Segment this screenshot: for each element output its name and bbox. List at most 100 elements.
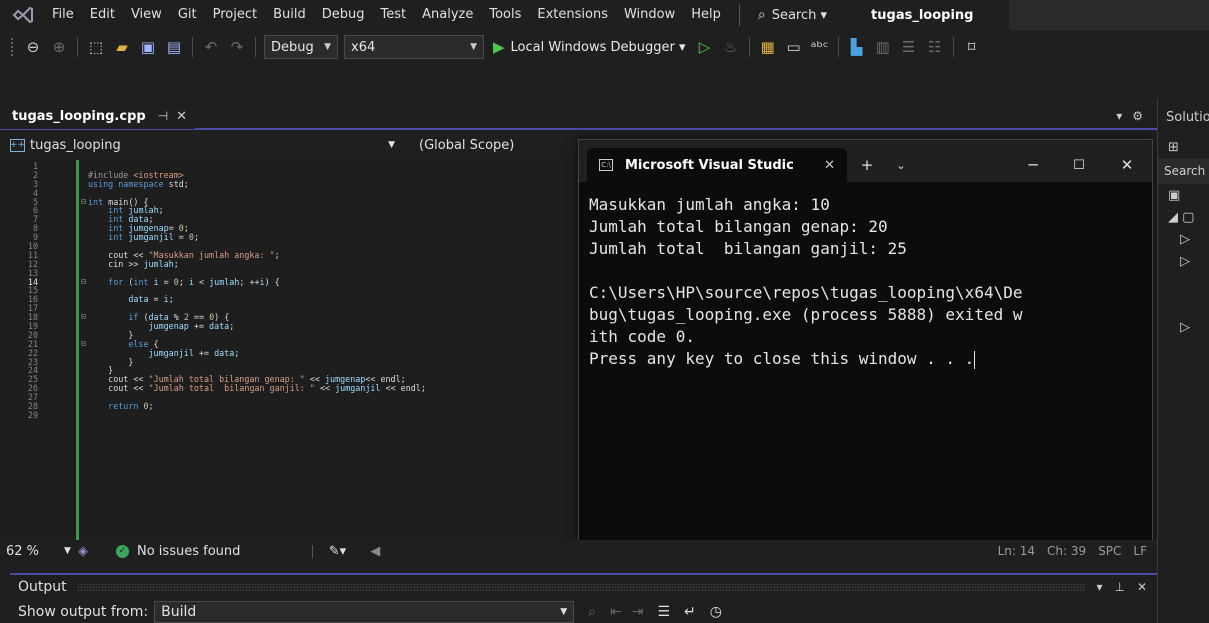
panel-drag-grip[interactable] [76,583,1087,591]
code-cleanup-icon[interactable]: ✎▾ [329,544,346,559]
code-line[interactable]: 12 cin >> jumlah; [0,259,600,269]
new-project-icon[interactable]: ⬚ [85,36,107,58]
collapse-icon[interactable]: ⊟ [81,277,86,287]
column-number[interactable]: Ch: 39 [1047,544,1086,558]
collapse-icon[interactable]: ⊟ [81,312,86,322]
console-tab[interactable]: C:\ Microsoft Visual Studic ✕ [587,148,847,182]
tab-overflow-chevron-down-icon[interactable]: ▾ [1116,109,1122,123]
solution-explorer-title[interactable]: Solutio [1158,98,1209,136]
gear-icon[interactable]: ⚙ [1132,109,1143,123]
solution-search-input[interactable]: Search [1158,158,1209,184]
tree-expander-icon[interactable]: ▷ [1158,250,1209,272]
comment-icon[interactable]: ▙ [846,36,868,58]
close-tab-icon[interactable]: ✕ [824,158,835,173]
output-source-value: Build [161,604,197,620]
open-file-icon[interactable]: ▰ [111,36,133,58]
code-line[interactable]: 14 ⊟ for (int i = 0; i < jumlah; ++i) { [0,277,600,287]
solution-toolbar-icon[interactable]: ⊞ [1158,136,1209,158]
console-output[interactable]: Masukkan jumlah angka: 10 Jumlah total bi… [579,182,1152,382]
tab-dropdown-chevron-down-icon[interactable]: ⌄ [887,148,915,182]
menu-extensions[interactable]: Extensions [529,0,616,30]
spell-check-icon[interactable]: ᵃᵇᶜ [809,36,831,58]
clock-icon[interactable]: ◷ [710,604,722,620]
issues-indicator[interactable]: ✓ No issues found [116,544,240,559]
pin-icon[interactable]: ⊥ [1114,580,1124,594]
browse-icon[interactable]: ▦ [757,36,779,58]
line-ending[interactable]: LF [1133,544,1147,558]
menu-project[interactable]: Project [205,0,265,30]
line-number[interactable]: Ln: 14 [998,544,1035,558]
menu-test[interactable]: Test [373,0,415,30]
outdent-icon[interactable]: ☷ [924,36,946,58]
previous-message-icon[interactable]: ⇤ [610,604,622,620]
output-source-select[interactable]: Build ▼ [154,601,575,623]
local-windows-debugger-button[interactable]: ▶ Local Windows Debugger ▾ [493,38,686,56]
code-line[interactable]: 26 cout << "Jumlah total bilangan ganjil… [0,384,600,393]
scroll-left-icon[interactable]: ◀ [370,544,380,559]
text-cursor [974,350,976,369]
scope-dropdown[interactable]: (Global Scope) [419,138,514,153]
solution-node-icon[interactable]: ▣ [1158,184,1209,206]
project-dropdown[interactable]: ++ tugas_looping ▼ [10,134,405,156]
window-layout-icon[interactable]: ▭ [783,36,805,58]
maximize-icon[interactable]: ☐ [1056,148,1102,182]
tab-tools: ▾ ⚙ [1116,109,1157,123]
project-label: tugas_looping [30,137,121,153]
save-all-icon[interactable]: ▤ [163,36,185,58]
whitespace-mode[interactable]: SPC [1098,544,1121,558]
redo-icon[interactable]: ↷ [226,36,248,58]
menu-window[interactable]: Window [616,0,683,30]
code-line[interactable]: 29 [0,411,600,420]
clear-all-icon[interactable]: ☰ [657,604,670,620]
menu-view[interactable]: View [123,0,170,30]
navigate-forward-icon[interactable]: ⊕ [48,36,70,58]
tab-tugas-looping-cpp[interactable]: tugas_looping.cpp ⊣ ✕ [0,103,196,129]
zoom-chevron-down-icon[interactable]: ▼ [64,546,78,556]
pin-icon[interactable]: ⊣ [158,109,168,123]
collapse-icon[interactable]: ⊟ [81,197,86,207]
navigate-back-icon[interactable]: ⊖ [22,36,44,58]
menu-help[interactable]: Help [683,0,729,30]
code-text: int jumganjil = 0; [108,232,199,243]
search-button[interactable]: ⌕ Search ▾ [750,7,835,23]
debug-console-window[interactable]: C:\ Microsoft Visual Studic ✕ + ⌄ ─ ☐ ✕ … [578,139,1153,542]
indent-icon[interactable]: ☰ [898,36,920,58]
word-wrap-icon[interactable]: ↵ [684,604,696,620]
save-icon[interactable]: ▣ [137,36,159,58]
close-icon[interactable]: ✕ [176,109,187,124]
close-icon[interactable]: ✕ [1137,580,1147,594]
menu-analyze[interactable]: Analyze [414,0,481,30]
bookmark-icon[interactable]: ⌑ [961,36,983,58]
code-line[interactable]: 3 using namespace std; [0,179,600,189]
platform-select[interactable]: x64 ▼ [344,35,484,59]
new-tab-icon[interactable]: + [847,148,887,182]
menu-tools[interactable]: Tools [481,0,529,30]
tree-expander-icon[interactable]: ▷ [1158,228,1209,250]
panel-options-chevron-down-icon[interactable]: ▾ [1096,580,1102,594]
menu-file[interactable]: File [44,0,82,30]
menu-debug[interactable]: Debug [314,0,373,30]
zoom-level[interactable]: 62 % [6,544,64,559]
code-line[interactable]: 9 int jumganjil = 0; [0,233,600,242]
undo-icon[interactable]: ↶ [200,36,222,58]
menu-git[interactable]: Git [170,0,205,30]
collapse-icon[interactable]: ⊟ [81,339,86,349]
copilot-icon[interactable]: ◈ [78,544,88,559]
next-message-icon[interactable]: ⇥ [632,604,644,620]
find-message-icon[interactable]: ⌕ [588,604,596,620]
close-window-icon[interactable]: ✕ [1102,148,1152,182]
configuration-select[interactable]: Debug ▼ [264,35,338,59]
code-line[interactable]: 28 return 0; [0,402,600,411]
menu-build[interactable]: Build [265,0,314,30]
tree-expander-icon[interactable]: ▷ [1158,316,1209,338]
project-expander-icon[interactable]: ◢ ▢ [1158,206,1209,228]
uncomment-icon[interactable]: ▥ [872,36,894,58]
toolbar-grip[interactable] [10,37,14,57]
menu-edit[interactable]: Edit [82,0,123,30]
minimize-icon[interactable]: ─ [1010,148,1056,182]
start-without-debugging-icon[interactable]: ▷ [694,36,716,58]
toolbar-separator [77,37,78,57]
code-line[interactable]: 16 data = i; [0,295,600,304]
hot-reload-icon[interactable]: ♨ [720,36,742,58]
line-number: 29 [27,409,38,420]
